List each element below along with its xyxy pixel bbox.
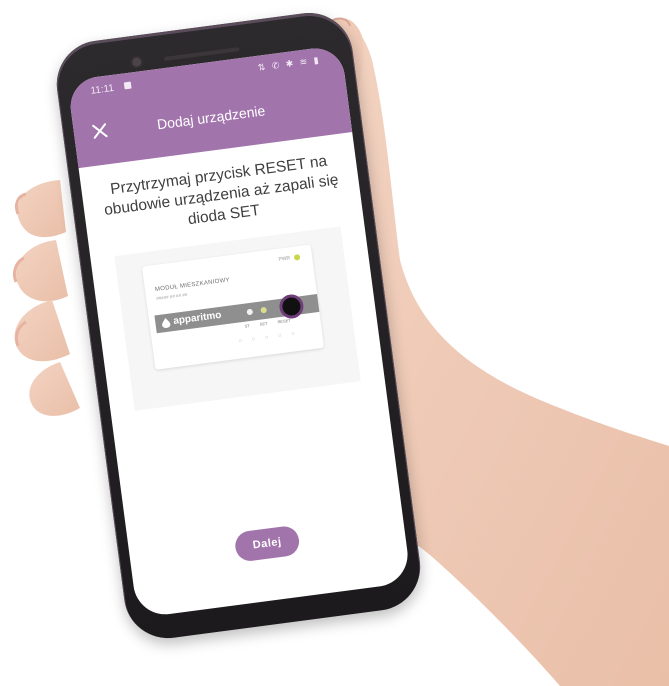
module-housing: PWR MODUŁ MIESZKANIOWY ##### ## ## ## ap… bbox=[141, 244, 325, 370]
st-led bbox=[246, 308, 254, 316]
set-led bbox=[260, 306, 268, 314]
page-title: Dodaj urządzenie bbox=[156, 102, 267, 133]
terminal-dots: ○ ○ ○ ○ ○ bbox=[238, 330, 300, 345]
module-name: MODUŁ MIESZKANIOWY bbox=[154, 277, 231, 294]
device-illustration: PWR MODUŁ MIESZKANIOWY ##### ## ## ## ap… bbox=[114, 226, 361, 411]
brand-name: apparitmo bbox=[172, 309, 223, 327]
brand-bar: apparitmo bbox=[154, 294, 320, 334]
front-camera bbox=[131, 57, 142, 68]
instruction-text: Przytrzymaj przycisk RESET na obudowie u… bbox=[103, 152, 340, 229]
app-header: 11:11 ⇅ ✆ ✱ ≋ ▮ Dodaj urządzenie bbox=[67, 44, 353, 169]
status-icons: ⇅ ✆ ✱ ≋ ▮ bbox=[257, 54, 322, 73]
module-serial: ##### ## ## ## bbox=[155, 292, 188, 302]
status-time: 11:11 bbox=[89, 82, 115, 97]
led-label-st: ST bbox=[244, 323, 251, 329]
brand-logo-icon bbox=[162, 318, 171, 328]
led-label-set: SET bbox=[259, 320, 268, 327]
notification-icon bbox=[123, 81, 132, 90]
phone-screen: 11:11 ⇅ ✆ ✱ ≋ ▮ Dodaj urządzenie Przytrz… bbox=[67, 44, 412, 619]
pwr-led bbox=[293, 253, 301, 261]
next-button[interactable]: Dalej bbox=[233, 524, 301, 563]
pwr-label: PWR bbox=[278, 255, 291, 263]
led-label-reset: RESET bbox=[277, 317, 292, 325]
reset-button-highlight bbox=[281, 296, 302, 317]
